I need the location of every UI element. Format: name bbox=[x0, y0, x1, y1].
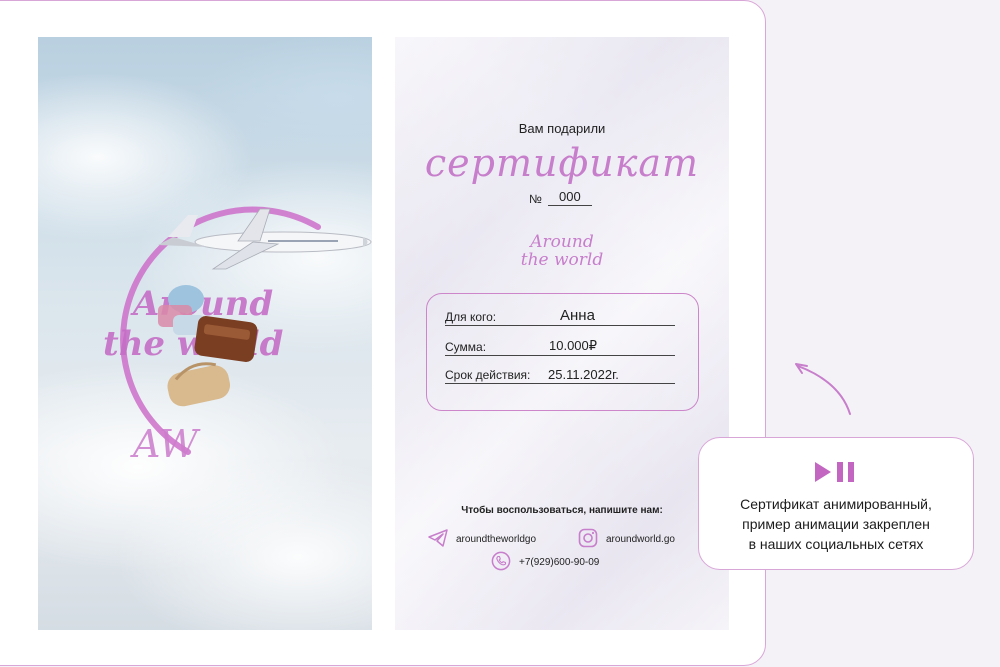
field-value: Анна bbox=[560, 307, 595, 324]
brown-bag-icon bbox=[194, 316, 258, 362]
brand-line-2: the world bbox=[520, 250, 604, 270]
phone-icon bbox=[491, 551, 511, 574]
field-label: Срок действия: bbox=[445, 368, 531, 382]
certificate-number: № 000 bbox=[529, 189, 592, 206]
preview-illustration: Around the world AW bbox=[103, 206, 372, 466]
instagram-icon bbox=[578, 528, 598, 551]
contact-phone[interactable]: +7(929)600-90-09 bbox=[491, 551, 599, 574]
animation-info-card: Сертификат анимированный, пример анимаци… bbox=[698, 437, 974, 570]
field-value: 10.000₽ bbox=[549, 338, 598, 353]
field-amount: Сумма: 10.000₽ bbox=[445, 336, 675, 356]
certificate-title: сертификат bbox=[424, 141, 700, 185]
telegram-handle: aroundtheworldgo bbox=[456, 534, 537, 545]
caption-line-2: пример анимации закреплен bbox=[742, 516, 930, 532]
contact-instagram[interactable]: aroundworld.go bbox=[578, 528, 675, 551]
brand-logo: Around the world bbox=[395, 233, 729, 269]
field-validity: Срок действия: 25.11.2022г. bbox=[445, 364, 675, 384]
number-value: 000 bbox=[547, 189, 592, 206]
instagram-handle: aroundworld.go bbox=[606, 534, 675, 545]
caption-line-3: в наших социальных сетях bbox=[748, 536, 924, 552]
curved-arrow-icon bbox=[795, 363, 851, 415]
beige-bag-icon bbox=[167, 362, 231, 407]
animated-preview[interactable]: Around the world AW bbox=[38, 37, 372, 630]
certificate-details: Для кого: Анна Сумма: 10.000₽ Срок дейст… bbox=[426, 293, 699, 411]
field-value: 25.11.2022г. bbox=[548, 367, 619, 382]
number-label: № bbox=[529, 192, 542, 206]
contact-telegram[interactable]: aroundtheworldgo bbox=[428, 529, 536, 550]
field-label: Сумма: bbox=[445, 340, 487, 354]
animation-caption: Сертификат анимированный, пример анимаци… bbox=[699, 494, 973, 554]
field-label: Для кого: bbox=[445, 310, 497, 324]
airplane-icon bbox=[158, 208, 372, 270]
monogram: AW bbox=[130, 422, 201, 466]
certificate: Вам подарили сертификат № 000 Around the… bbox=[395, 37, 729, 630]
contact-heading: Чтобы воспользоваться, напишите нам: bbox=[461, 505, 663, 516]
gifted-text: Вам подарили bbox=[518, 121, 606, 136]
play-pause-icon[interactable] bbox=[813, 460, 861, 484]
telegram-icon bbox=[428, 529, 448, 550]
field-recipient: Для кого: Анна bbox=[445, 306, 675, 326]
brand-line-1: Around bbox=[530, 232, 594, 252]
caption-line-1: Сертификат анимированный, bbox=[740, 496, 932, 512]
phone-number: +7(929)600-90-09 bbox=[519, 557, 600, 568]
